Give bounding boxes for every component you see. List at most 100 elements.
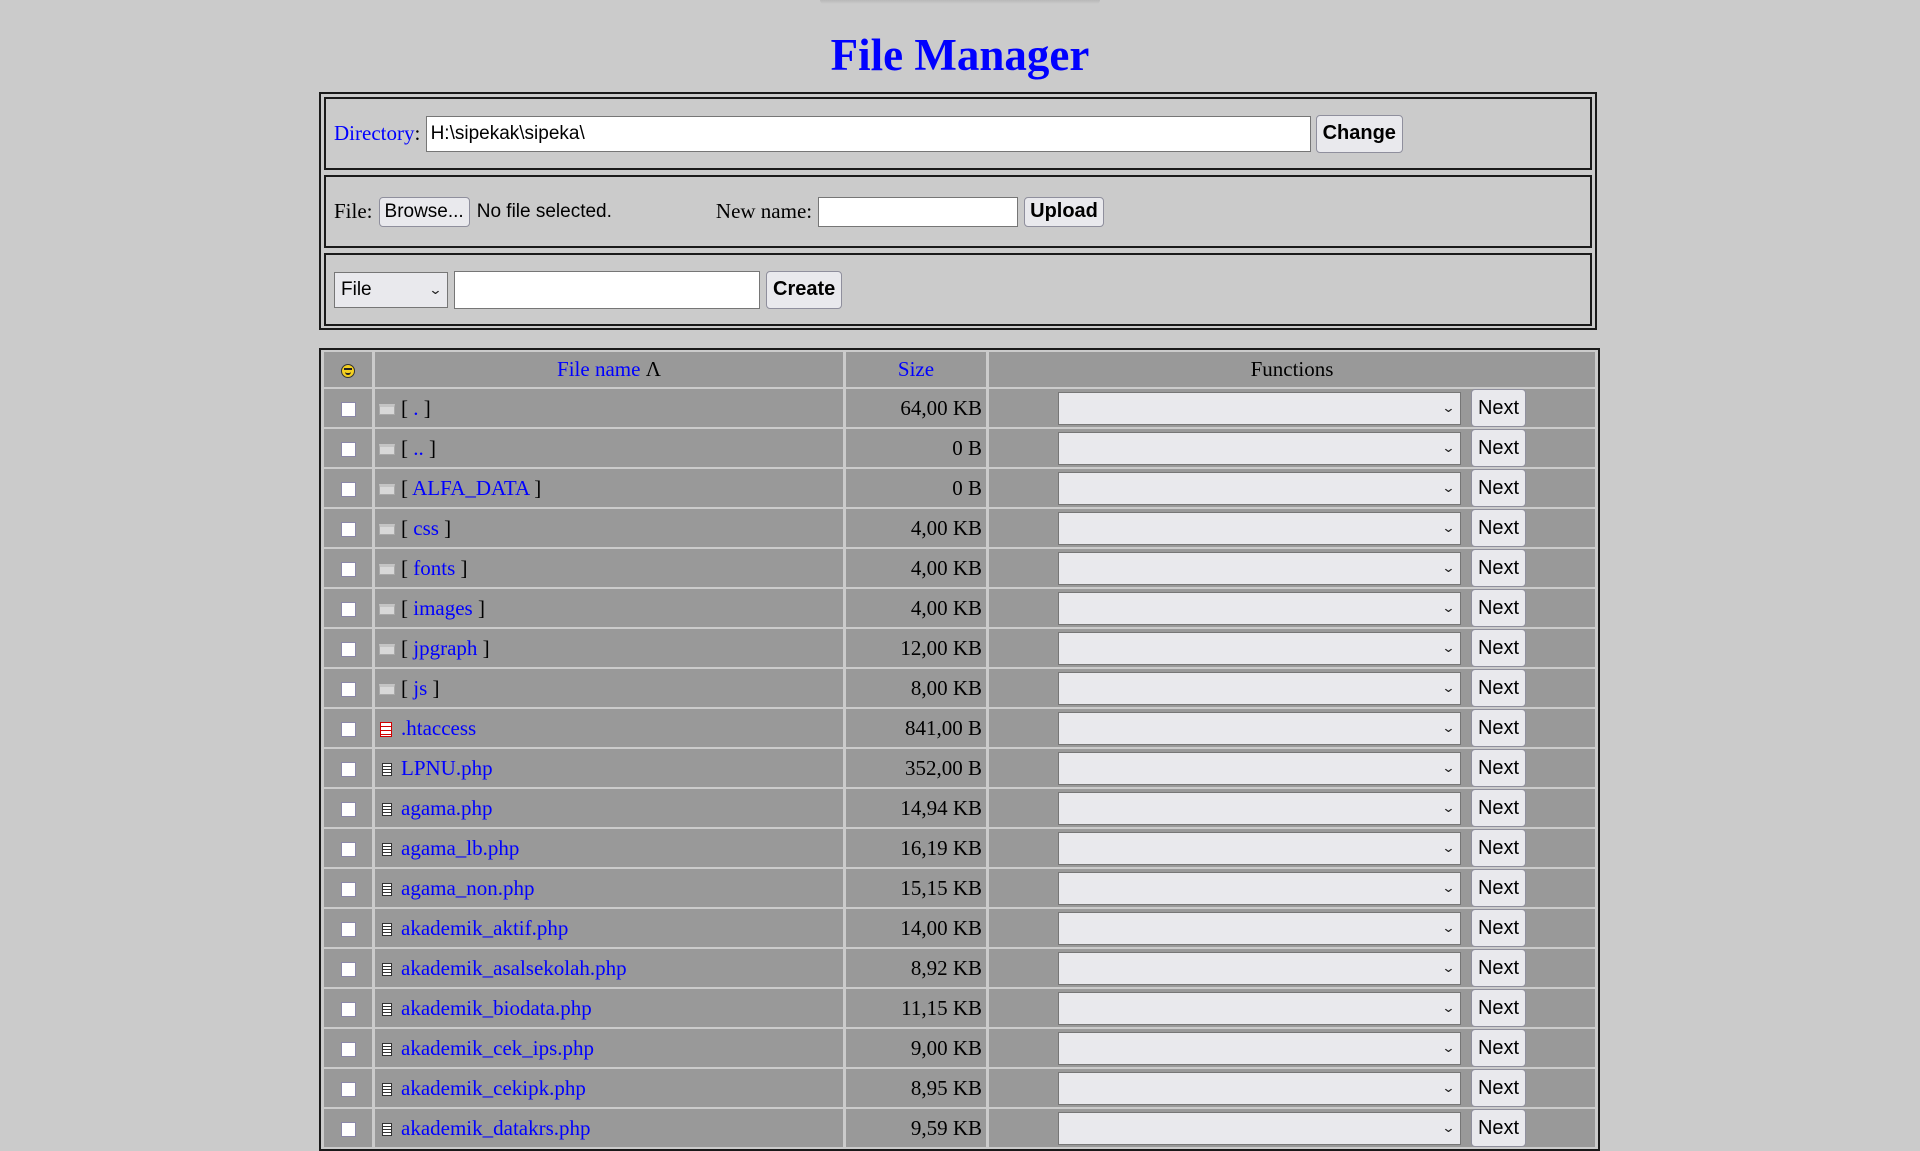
function-select[interactable]: ⌄ xyxy=(1057,511,1461,545)
table-row: [ . ] 64,00 KB ⌄ Next xyxy=(324,389,1595,427)
upload-button[interactable]: Upload xyxy=(1024,196,1104,227)
row-checkbox[interactable] xyxy=(340,642,356,658)
table-row: [ ALFA_DATA ] 0 B ⌄ Next xyxy=(324,469,1595,507)
row-checkbox[interactable] xyxy=(340,482,356,498)
file-link[interactable]: akademik_aktif.php xyxy=(401,916,568,940)
name-cell: [ fonts ] xyxy=(375,549,843,587)
next-button[interactable]: Next xyxy=(1470,669,1527,707)
bracket-close: ] xyxy=(438,515,452,540)
chevron-down-icon: ⌄ xyxy=(1441,520,1456,535)
folder-link[interactable]: css xyxy=(413,516,439,540)
row-checkbox[interactable] xyxy=(340,682,356,698)
function-select[interactable]: ⌄ xyxy=(1057,911,1461,945)
function-select[interactable]: ⌄ xyxy=(1057,631,1461,665)
folder-link[interactable]: jpgraph xyxy=(413,636,477,660)
create-name-input[interactable] xyxy=(454,270,760,309)
next-button[interactable]: Next xyxy=(1470,829,1527,867)
create-type-select[interactable]: File ⌄ xyxy=(334,271,448,308)
function-select[interactable]: ⌄ xyxy=(1057,951,1461,985)
row-checkbox[interactable] xyxy=(340,402,356,418)
function-select[interactable]: ⌄ xyxy=(1057,391,1461,425)
row-checkbox[interactable] xyxy=(340,922,356,938)
smiley-icon[interactable] xyxy=(341,364,355,379)
header-size[interactable]: Size xyxy=(846,352,986,387)
next-button[interactable]: Next xyxy=(1470,1109,1527,1147)
function-select[interactable]: ⌄ xyxy=(1057,431,1461,465)
functions-cell: ⌄ Next xyxy=(989,589,1595,627)
row-checkbox[interactable] xyxy=(340,522,356,538)
directory-input[interactable] xyxy=(425,115,1311,152)
function-select[interactable]: ⌄ xyxy=(1057,1111,1461,1145)
function-select[interactable]: ⌄ xyxy=(1057,591,1461,625)
function-select[interactable]: ⌄ xyxy=(1057,991,1461,1025)
folder-link[interactable]: images xyxy=(413,596,472,620)
next-button[interactable]: Next xyxy=(1470,749,1527,787)
next-button[interactable]: Next xyxy=(1470,1029,1527,1067)
browse-button[interactable]: Browse... xyxy=(378,196,470,227)
next-button[interactable]: Next xyxy=(1470,509,1527,547)
next-button[interactable]: Next xyxy=(1470,709,1527,747)
next-button[interactable]: Next xyxy=(1470,909,1527,947)
file-link[interactable]: akademik_cek_ips.php xyxy=(401,1036,594,1060)
row-checkbox[interactable] xyxy=(340,1122,356,1138)
file-link[interactable]: agama_non.php xyxy=(401,876,535,900)
file-link[interactable]: agama_lb.php xyxy=(401,836,519,860)
folder-link[interactable]: js xyxy=(413,676,427,700)
next-button[interactable]: Next xyxy=(1470,429,1527,467)
next-button[interactable]: Next xyxy=(1470,549,1527,587)
file-link[interactable]: agama.php xyxy=(401,796,493,820)
row-checkbox[interactable] xyxy=(340,842,356,858)
file-link[interactable]: .htaccess xyxy=(401,716,476,740)
function-select[interactable]: ⌄ xyxy=(1057,711,1461,745)
create-button[interactable]: Create xyxy=(766,270,843,309)
next-button[interactable]: Next xyxy=(1470,389,1527,427)
next-button[interactable]: Next xyxy=(1470,989,1527,1027)
functions-cell: ⌄ Next xyxy=(989,749,1595,787)
row-checkbox[interactable] xyxy=(340,882,356,898)
folder-link[interactable]: .. xyxy=(413,436,424,460)
file-link[interactable]: akademik_cekipk.php xyxy=(401,1076,586,1100)
chevron-down-icon: ⌄ xyxy=(1441,1000,1456,1015)
new-name-input[interactable] xyxy=(818,196,1019,227)
next-button[interactable]: Next xyxy=(1470,789,1527,827)
row-checkbox[interactable] xyxy=(340,562,356,578)
next-button[interactable]: Next xyxy=(1470,589,1527,627)
function-select[interactable]: ⌄ xyxy=(1057,671,1461,705)
row-checkbox[interactable] xyxy=(340,1002,356,1018)
row-checkbox[interactable] xyxy=(340,962,356,978)
next-button[interactable]: Next xyxy=(1470,1069,1527,1107)
row-checkbox[interactable] xyxy=(340,1082,356,1098)
row-checkbox[interactable] xyxy=(340,802,356,818)
change-button[interactable]: Change xyxy=(1315,114,1403,153)
size-cell: 11,15 KB xyxy=(846,989,986,1027)
function-select[interactable]: ⌄ xyxy=(1057,1031,1461,1065)
function-select[interactable]: ⌄ xyxy=(1057,871,1461,905)
chevron-down-icon: ⌄ xyxy=(1441,880,1456,895)
next-button[interactable]: Next xyxy=(1470,869,1527,907)
function-select[interactable]: ⌄ xyxy=(1057,791,1461,825)
row-checkbox[interactable] xyxy=(340,602,356,618)
next-button[interactable]: Next xyxy=(1470,469,1527,507)
header-icon-cell[interactable] xyxy=(324,352,372,387)
row-checkbox[interactable] xyxy=(340,442,356,458)
row-checkbox[interactable] xyxy=(340,762,356,778)
header-file-name[interactable]: File name Λ xyxy=(375,352,843,387)
folder-link[interactable]: fonts xyxy=(413,556,455,580)
file-icon xyxy=(382,803,392,817)
function-select[interactable]: ⌄ xyxy=(1057,831,1461,865)
function-select[interactable]: ⌄ xyxy=(1057,1071,1461,1105)
function-select[interactable]: ⌄ xyxy=(1057,751,1461,785)
row-checkbox[interactable] xyxy=(340,1042,356,1058)
file-link[interactable]: akademik_biodata.php xyxy=(401,996,592,1020)
next-button[interactable]: Next xyxy=(1470,949,1527,987)
row-checkbox[interactable] xyxy=(340,722,356,738)
file-link[interactable]: akademik_asalsekolah.php xyxy=(401,956,627,980)
header-file-name-label[interactable]: File name xyxy=(557,357,640,381)
function-select[interactable]: ⌄ xyxy=(1057,471,1461,505)
file-link[interactable]: akademik_datakrs.php xyxy=(401,1116,591,1140)
file-link[interactable]: LPNU.php xyxy=(401,756,493,780)
next-button[interactable]: Next xyxy=(1470,629,1527,667)
select-cell xyxy=(324,1029,372,1067)
folder-link[interactable]: ALFA_DATA xyxy=(412,476,529,500)
function-select[interactable]: ⌄ xyxy=(1057,551,1461,585)
